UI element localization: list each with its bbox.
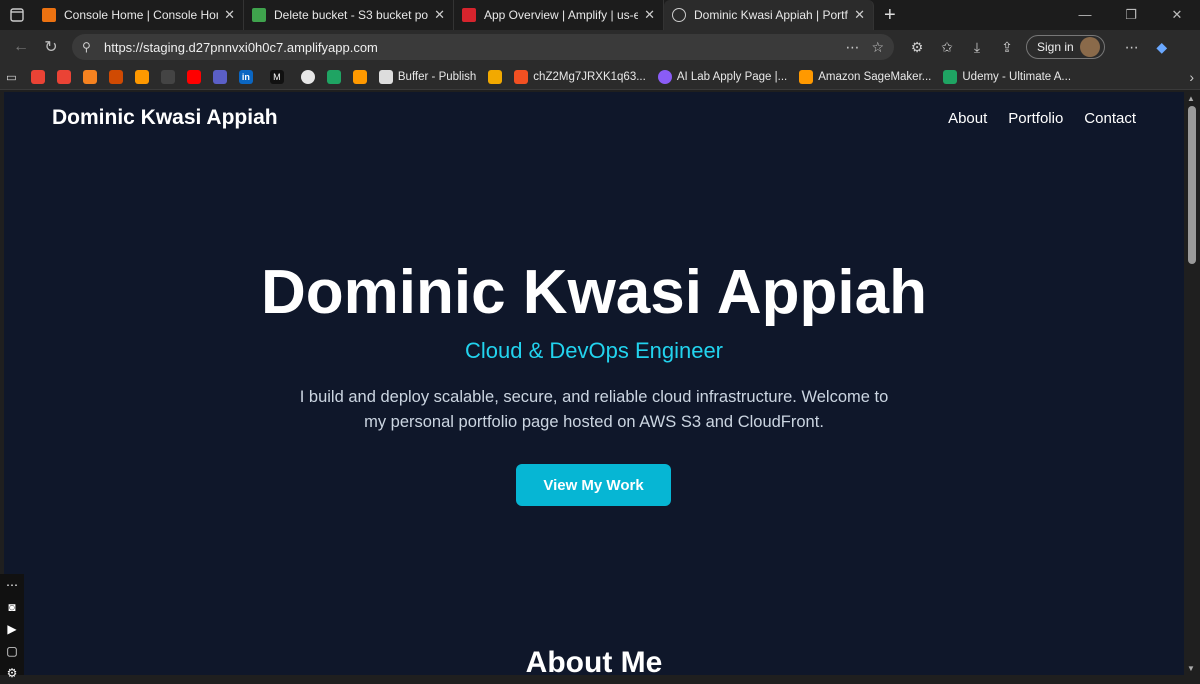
- nav-contact-link[interactable]: Contact: [1084, 110, 1136, 127]
- more-menu-icon[interactable]: ⋯: [1117, 39, 1147, 56]
- bookmark-sidebar-icon[interactable]: ▭: [6, 70, 17, 84]
- favorite-star-icon[interactable]: ☆: [871, 39, 884, 56]
- site-header: Dominic Kwasi Appiah About Portfolio Con…: [52, 106, 1136, 130]
- hero-title: Dominic Kwasi Appiah: [260, 258, 927, 327]
- bookmark-amazon-icon[interactable]: [134, 69, 149, 84]
- tab-portfolio[interactable]: Dominic Kwasi Appiah | Portfolio ✕: [664, 0, 874, 30]
- ai-lab-icon: [657, 69, 672, 84]
- sign-in-button[interactable]: Sign in: [1026, 35, 1105, 59]
- tab-close-icon[interactable]: ✕: [224, 7, 235, 23]
- bookmark-youtube-icon[interactable]: [186, 69, 201, 84]
- address-bar[interactable]: ⚲ https://staging.d27pnnvxi0h0c7.amplify…: [72, 34, 894, 60]
- aws-console-favicon-icon: [42, 8, 56, 22]
- video-camera-icon[interactable]: ▶: [7, 618, 16, 640]
- avatar: [1079, 37, 1100, 57]
- refresh-icon[interactable]: ↻: [36, 32, 66, 62]
- bookmark-buffer[interactable]: Buffer - Publish: [378, 69, 476, 84]
- close-window-icon[interactable]: ✕: [1154, 7, 1200, 23]
- url-text[interactable]: https://staging.d27pnnvxi0h0c7.amplifyap…: [104, 40, 833, 55]
- copilot-icon[interactable]: ◆: [1147, 39, 1177, 56]
- bookmarks-bar: ▭ in M Buffer - Publish chZ2Mg7JRXK1q63.…: [0, 64, 1200, 90]
- reading-mode-icon[interactable]: ⋯: [845, 39, 859, 56]
- globe-icon: [672, 8, 686, 22]
- bookmark-ai-lab[interactable]: AI Lab Apply Page |...: [657, 69, 787, 84]
- tab-close-icon[interactable]: ✕: [854, 7, 865, 23]
- nav-about-link[interactable]: About: [948, 110, 987, 127]
- scroll-up-icon[interactable]: ▲: [1187, 94, 1195, 103]
- tab-strip: Console Home | Console Home | ✕ Delete b…: [0, 0, 1200, 30]
- tab-title: Delete bucket - S3 bucket portwe: [274, 8, 429, 22]
- back-icon[interactable]: ←: [6, 32, 36, 62]
- bookmark-github-icon[interactable]: [300, 69, 315, 84]
- bookmark-aws-icon[interactable]: [352, 69, 367, 84]
- tab-title: Dominic Kwasi Appiah | Portfolio: [694, 8, 848, 22]
- tab-title: App Overview | Amplify | us-east-: [484, 8, 639, 22]
- s3-favicon-icon: [252, 8, 266, 22]
- about-heading: About Me: [525, 646, 663, 675]
- capture-tool-panel: ⋯ ◙ ▶ ▢ ⚙: [0, 574, 24, 680]
- tab-close-icon[interactable]: ✕: [434, 7, 445, 23]
- camera-icon[interactable]: ◙: [8, 596, 15, 618]
- minimize-icon[interactable]: —: [1062, 7, 1108, 23]
- favorites-icon[interactable]: ✩: [932, 39, 962, 56]
- downloads-icon[interactable]: ⤓: [962, 39, 992, 56]
- bookmarks-more-chevron-icon[interactable]: ›: [1189, 69, 1194, 85]
- bookmark-w-icon[interactable]: [108, 69, 123, 84]
- new-tab-button[interactable]: +: [874, 4, 906, 27]
- view-my-work-button[interactable]: View My Work: [516, 464, 671, 506]
- window-controls: — ❐ ✕: [1062, 7, 1200, 23]
- page-viewport: Dominic Kwasi Appiah About Portfolio Con…: [4, 92, 1184, 675]
- tab-delete-bucket[interactable]: Delete bucket - S3 bucket portwe ✕: [244, 0, 454, 30]
- bookmark-orange-icon[interactable]: [82, 69, 97, 84]
- site-nav: About Portfolio Contact: [927, 110, 1136, 127]
- page-scrollbar[interactable]: ▲ ▼: [1184, 92, 1200, 675]
- tab-amplify[interactable]: App Overview | Amplify | us-east- ✕: [454, 0, 664, 30]
- extensions-icon[interactable]: ⚙: [902, 39, 932, 56]
- bookmark-teams-icon[interactable]: [212, 69, 227, 84]
- hero-description: I build and deploy scalable, secure, and…: [299, 388, 889, 431]
- share-icon[interactable]: ⇪: [992, 39, 1022, 56]
- site-brand[interactable]: Dominic Kwasi Appiah: [52, 106, 278, 130]
- tab-console-home[interactable]: Console Home | Console Home | ✕: [34, 0, 244, 30]
- tab-actions-icon[interactable]: [0, 0, 34, 30]
- buffer-icon: [378, 69, 393, 84]
- bookmark-gmail-icon[interactable]: [30, 69, 45, 84]
- hero-subtitle: Cloud & DevOps Engineer: [464, 338, 724, 363]
- bookmark-sagemaker[interactable]: Amazon SageMaker...: [799, 69, 931, 84]
- window-icon[interactable]: ▢: [6, 640, 17, 662]
- bookmark-udemy[interactable]: Udemy - Ultimate A...: [943, 69, 1071, 84]
- toolbar-icons: ⚙ ✩ ⤓ ⇪: [902, 39, 1022, 56]
- nav-portfolio-link[interactable]: Portfolio: [1008, 110, 1063, 127]
- microsoft-icon: [514, 69, 529, 84]
- tab-close-icon[interactable]: ✕: [644, 7, 655, 23]
- bookmark-gmail-2-icon[interactable]: [56, 69, 71, 84]
- bookmark-linkedin-icon[interactable]: in: [238, 69, 258, 84]
- scroll-down-icon[interactable]: ▼: [1187, 664, 1195, 673]
- toolbar-icons-right: ⋯ ◆: [1117, 39, 1177, 56]
- bookmark-medium-icon[interactable]: M: [269, 69, 289, 84]
- drive-icon: [943, 69, 958, 84]
- browser-toolbar: ← ↻ ⚲ https://staging.d27pnnvxi0h0c7.amp…: [0, 30, 1200, 64]
- settings-gear-icon[interactable]: ⚙: [7, 662, 18, 684]
- restore-icon[interactable]: ❐: [1108, 7, 1154, 23]
- amplify-favicon-icon: [462, 8, 476, 22]
- sign-in-label: Sign in: [1037, 40, 1074, 54]
- sagemaker-icon: [799, 69, 814, 84]
- more-dots-icon[interactable]: ⋯: [6, 574, 18, 596]
- tab-title: Console Home | Console Home |: [64, 8, 218, 22]
- bookmark-box-icon[interactable]: [488, 69, 503, 84]
- bookmark-dark-icon[interactable]: [160, 69, 175, 84]
- site-info-icon[interactable]: ⚲: [82, 40, 96, 54]
- bookmark-chz[interactable]: chZ2Mg7JRXK1q63...: [514, 69, 646, 84]
- bookmark-drive-icon[interactable]: [326, 69, 341, 84]
- scrollbar-thumb[interactable]: [1188, 106, 1196, 264]
